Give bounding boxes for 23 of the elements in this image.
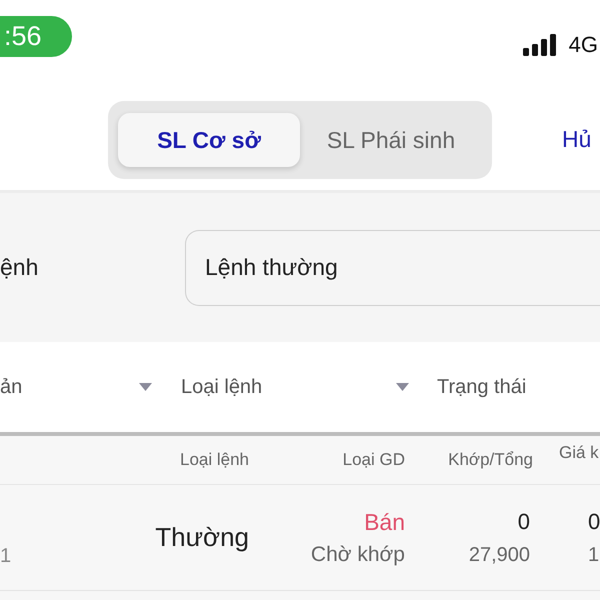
filter-dropdown[interactable]: Loại lệnh: [181, 376, 409, 398]
table-cell: 0: [518, 508, 530, 534]
signal-icon: [522, 34, 557, 56]
status-time: :56: [0, 16, 72, 57]
table-cell: 27,900: [468, 542, 530, 566]
table-cell: 0: [588, 508, 600, 534]
column-header: Loại lệnh: [180, 450, 249, 470]
column-header: Giá k: [559, 443, 599, 463]
order-type-field[interactable]: Lệnh thường: [185, 230, 600, 306]
table-cell: Chờ khớp: [310, 542, 405, 566]
segment-tab[interactable]: SL Phái sinh: [300, 113, 482, 167]
filter-dropdown[interactable]: Trạng thái: [437, 376, 526, 398]
table-cell: 1: [0, 545, 12, 568]
column-header: Khớp/Tổng: [448, 450, 533, 470]
column-header: Loại GD: [342, 450, 405, 470]
table-cell: Thường: [155, 522, 249, 553]
network-label: 4G: [568, 33, 598, 57]
segment-tab[interactable]: SL Cơ sở: [118, 113, 300, 167]
field-label: ệnh: [0, 254, 38, 281]
table-cell: 1: [588, 542, 600, 566]
filter-dropdown[interactable]: ản: [0, 376, 152, 398]
cancel-link[interactable]: Hủ: [562, 126, 592, 152]
table-cell: Bán: [364, 508, 405, 534]
